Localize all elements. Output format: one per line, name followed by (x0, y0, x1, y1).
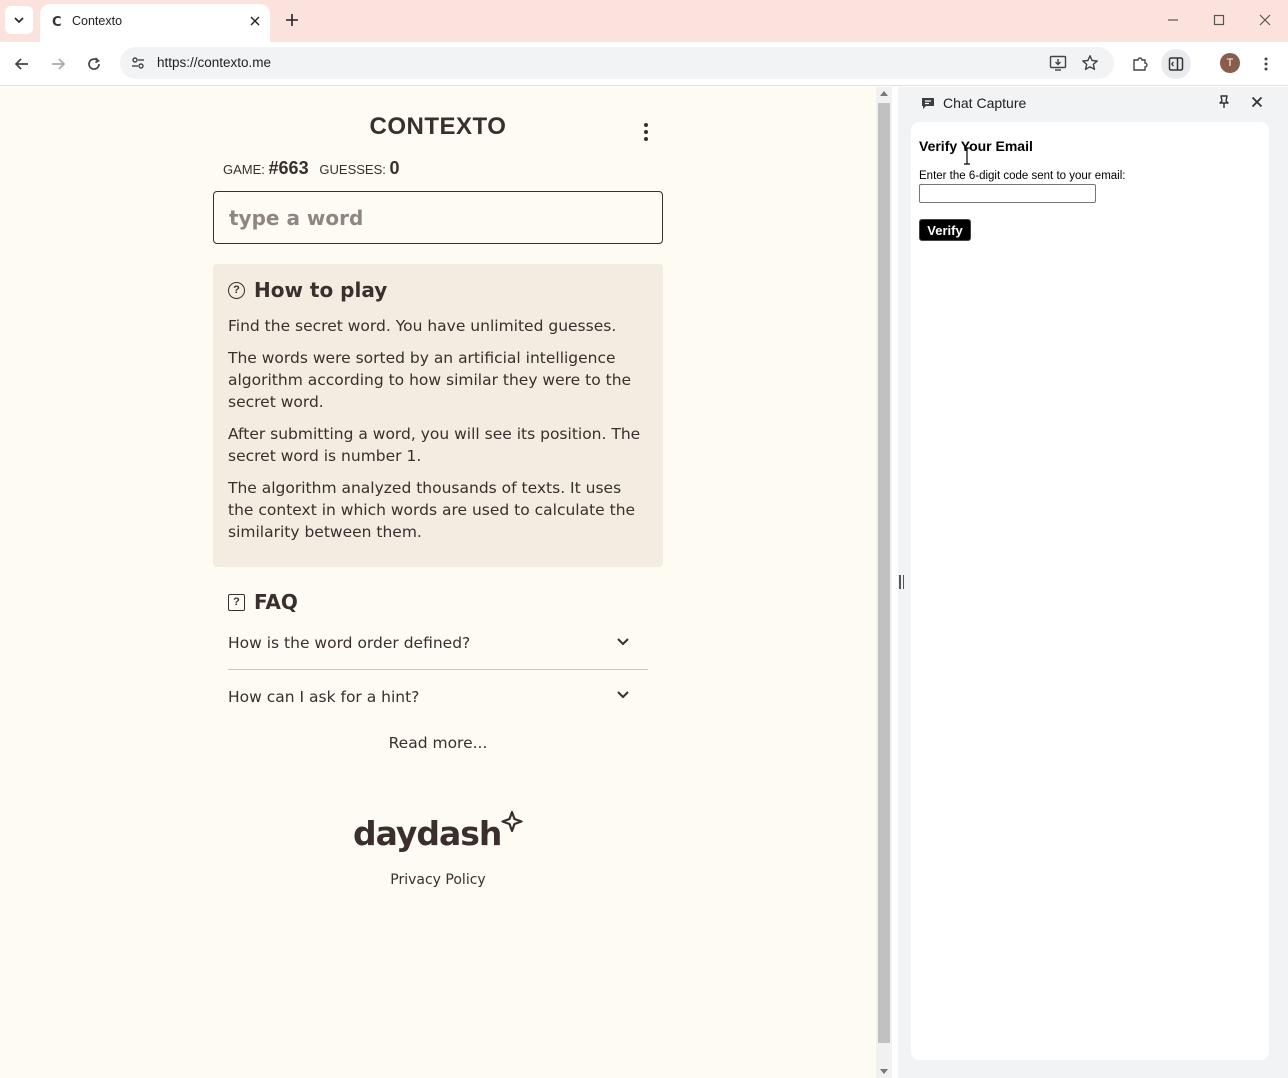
game-info: GAME: #663 GUESSES: 0 (223, 158, 400, 179)
close-icon (250, 16, 260, 26)
close-icon[interactable] (1249, 94, 1265, 110)
profile-avatar[interactable]: T (1220, 53, 1240, 73)
maximize-button[interactable] (1201, 6, 1237, 34)
how-to-play-header: ? How to play (228, 278, 648, 302)
tune-icon (132, 57, 144, 69)
install-app-button[interactable] (1046, 51, 1070, 75)
site-info-button[interactable] (126, 51, 150, 75)
close-window-button[interactable] (1247, 6, 1283, 34)
chevron-down-icon (617, 691, 629, 699)
text-cursor-icon (964, 147, 970, 165)
game-menu-button[interactable] (636, 119, 656, 145)
faq-heading: FAQ (254, 590, 298, 614)
more-vert-icon (1264, 57, 1268, 71)
sparkle-icon (501, 810, 523, 833)
verify-code-label: Enter the 6-digit code sent to your emai… (919, 170, 1126, 182)
install-icon (1049, 55, 1067, 71)
address-bar[interactable]: https://contexto.me (120, 47, 1114, 79)
url-text: https://contexto.me (157, 55, 272, 70)
star-icon (1082, 55, 1098, 71)
chat-capture-logo-icon (922, 98, 934, 109)
verify-button[interactable]: Verify (919, 219, 971, 241)
game-label: GAME: (223, 162, 265, 177)
minimize-icon (1168, 19, 1178, 21)
reload-icon (88, 57, 100, 70)
privacy-policy-link[interactable]: Privacy Policy (338, 872, 538, 888)
side-panel-header: Chat Capture (898, 87, 1288, 119)
scroll-down-arrow-icon[interactable] (880, 1069, 888, 1074)
guesses-label: GUESSES: (319, 162, 386, 177)
verification-code-input[interactable] (919, 184, 1096, 203)
reload-button[interactable] (79, 49, 109, 79)
tab-search-button[interactable] (5, 6, 33, 34)
browser-toolbar: https://contexto.me (0, 42, 1288, 86)
side-panel-icon (1168, 57, 1184, 71)
how-to-play-heading: How to play (254, 278, 388, 302)
side-panel-button[interactable] (1161, 49, 1191, 79)
side-panel-content: Verify Your Email Enter the 6-digit code… (911, 122, 1269, 1060)
plus-icon (286, 14, 298, 26)
tab-contexto[interactable]: C Contexto (40, 4, 270, 42)
resize-grip (902, 575, 904, 589)
close-icon (1259, 14, 1271, 26)
read-more-link[interactable]: Read more... (338, 734, 538, 752)
how-to-play-paragraph: Find the secret word. You have unlimited… (228, 317, 617, 335)
tab-strip: C Contexto (0, 0, 1288, 42)
pin-icon[interactable] (1216, 94, 1232, 110)
faq-item[interactable]: How can I ask for a hint? (228, 670, 648, 723)
maximize-icon (1213, 14, 1225, 26)
puzzle-icon (1133, 57, 1148, 71)
side-panel-resize-handle[interactable] (899, 575, 905, 589)
side-panel-title: Chat Capture (943, 95, 1027, 111)
faq-question: How can I ask for a hint? (228, 687, 420, 706)
word-input[interactable] (213, 191, 663, 244)
daydash-logo-text: daydash (353, 814, 501, 853)
how-to-play-paragraph: The words were sorted by an artificial i… (228, 349, 632, 411)
tab-title: Contexto (72, 14, 123, 28)
scrollbar-thumb[interactable] (878, 103, 890, 1043)
daydash-logo[interactable]: daydash (353, 808, 525, 856)
forward-button[interactable] (43, 49, 73, 79)
how-to-play-paragraph: After submitting a word, you will see it… (228, 425, 641, 465)
game-number: #663 (268, 158, 309, 178)
bookmark-button[interactable] (1078, 51, 1102, 75)
tab-close-button[interactable] (246, 12, 264, 30)
faq-question: How is the word order defined? (228, 634, 471, 652)
help-circle-icon: ? (228, 281, 245, 299)
side-panel: Chat Capture Verify Your Email Enter the… (898, 87, 1288, 1078)
faq-item[interactable]: How is the word order defined? (228, 617, 648, 670)
how-to-play-paragraph: The algorithm analyzed thousands of text… (228, 479, 636, 541)
faq-section: ? FAQ How is the word order defined? How… (228, 590, 648, 723)
contexto-favicon-icon: C (52, 15, 62, 30)
arrow-left-icon (14, 58, 28, 70)
game-title: CONTEXTO (369, 113, 507, 140)
browser-menu-button[interactable] (1251, 49, 1281, 79)
help-square-icon: ? (228, 593, 245, 611)
arrow-right-icon (52, 58, 66, 70)
page-scrollbar[interactable] (876, 87, 892, 1078)
guesses-count: 0 (389, 158, 400, 178)
extensions-button[interactable] (1125, 49, 1155, 79)
minimize-button[interactable] (1155, 6, 1191, 34)
how-to-play-card: ? How to play Find the secret word. You … (213, 264, 663, 567)
back-button[interactable] (7, 49, 37, 79)
more-vert-icon (644, 137, 648, 141)
chevron-down-icon (617, 638, 629, 646)
chevron-down-icon (14, 17, 24, 24)
new-tab-button[interactable] (280, 8, 304, 32)
faq-header: ? FAQ (228, 590, 648, 614)
resize-grip (899, 575, 901, 589)
more-vert-icon (644, 130, 648, 134)
more-vert-icon (644, 123, 648, 127)
scroll-up-arrow-icon[interactable] (880, 91, 888, 96)
